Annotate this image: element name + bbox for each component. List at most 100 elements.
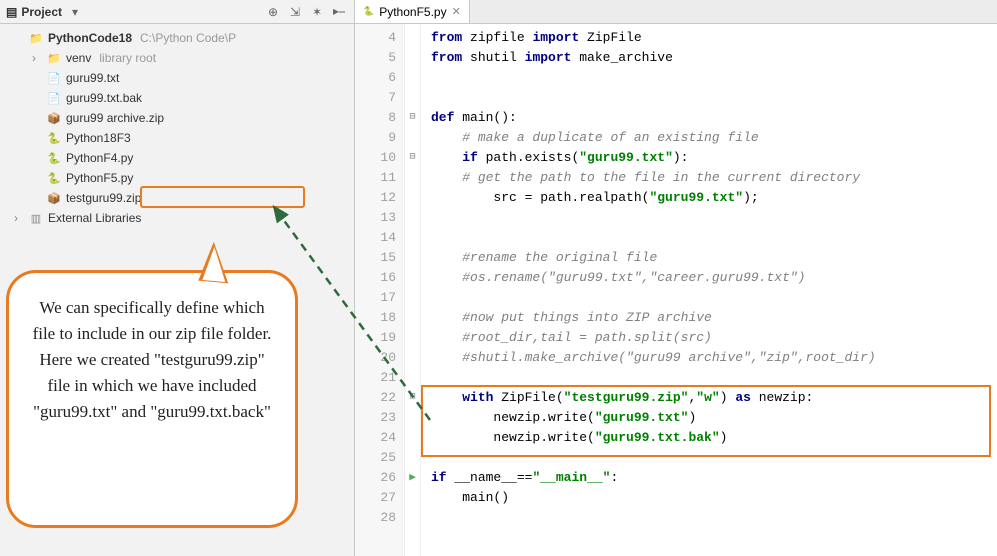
code-line-6[interactable] [431,68,997,88]
txt-icon: 📄 [46,91,62,105]
fold-icon[interactable]: ⊟ [405,148,420,168]
code-line-13[interactable] [431,208,997,228]
code-line-7[interactable] [431,88,997,108]
annotation-text: We can specifically define which file to… [33,298,272,421]
line-number: 4 [355,28,396,48]
project-panel-title: ▤ Project [6,5,62,19]
line-number: 14 [355,228,396,248]
line-number: 25 [355,448,396,468]
tree-item-label: Python18F3 [66,131,131,145]
tab-filename: PythonF5.py [379,5,446,19]
callout-tail [198,241,231,283]
line-number-gutter: 4567891011121314151617181920212223242526… [355,24,405,556]
line-number: 7 [355,88,396,108]
expand-icon[interactable]: › [32,51,42,65]
code-line-25[interactable] [431,448,997,468]
py-icon: 🐍 [46,151,62,165]
tree-item-label: guru99.txt [66,71,119,85]
target-icon[interactable]: ⊕ [264,3,282,21]
tree-item-python18f3[interactable]: 🐍Python18F3 [0,128,354,148]
line-number: 13 [355,208,396,228]
code-line-18[interactable]: #now put things into ZIP archive [431,308,997,328]
code-line-9[interactable]: # make a duplicate of an existing file [431,128,997,148]
line-number: 27 [355,488,396,508]
zip-icon: 📦 [46,111,62,125]
code-line-5[interactable]: from shutil import make_archive [431,48,997,68]
tree-item-guru99-archive-zip[interactable]: 📦 guru99 archive.zip [0,108,354,128]
code-area[interactable]: from zipfile import ZipFilefrom shutil i… [421,24,997,556]
dropdown-icon[interactable]: ▾ [66,3,84,21]
code-line-10[interactable]: if path.exists("guru99.txt"): [431,148,997,168]
line-number: 9 [355,128,396,148]
lib-icon: ▥ [28,211,44,225]
line-number: 18 [355,308,396,328]
project-tree[interactable]: 📁PythonCode18C:\Python Code\P›📁venvlibra… [0,24,354,232]
code-line-23[interactable]: newzip.write("guru99.txt") [431,408,997,428]
line-number: 21 [355,368,396,388]
code-line-11[interactable]: # get the path to the file in the curren… [431,168,997,188]
project-panel-title-text: Project [21,5,62,19]
code-line-16[interactable]: #os.rename("guru99.txt","career.guru99.t… [431,268,997,288]
tree-item-pythonf5-py[interactable]: 🐍PythonF5.py [0,168,354,188]
hide-icon[interactable]: ▸⎯ [330,3,348,21]
code-line-28[interactable] [431,508,997,528]
line-number: 11 [355,168,396,188]
line-number: 8 [355,108,396,128]
📁-icon: 📁 [46,51,62,65]
line-number: 10 [355,148,396,168]
code-line-19[interactable]: #root_dir,tail = path.split(src) [431,328,997,348]
annotation-callout: We can specifically define which file to… [6,270,298,528]
line-number: 17 [355,288,396,308]
code-line-12[interactable]: src = path.realpath("guru99.txt"); [431,188,997,208]
line-number: 26 [355,468,396,488]
code-line-24[interactable]: newzip.write("guru99.txt.bak") [431,428,997,448]
tree-item-pythonf4-py[interactable]: 🐍PythonF4.py [0,148,354,168]
line-number: 6 [355,68,396,88]
code-line-27[interactable]: main() [431,488,997,508]
project-icon: ▤ [6,5,17,19]
tree-item-external-libraries[interactable]: › ▥ External Libraries [0,208,354,228]
tree-item-testguru99-zip[interactable]: 📦testguru99.zip [0,188,354,208]
tree-item-hint: library root [99,51,156,65]
code-line-15[interactable]: #rename the original file [431,248,997,268]
code-line-26[interactable]: if __name__=="__main__": [431,468,997,488]
code-line-8[interactable]: def main(): [431,108,997,128]
run-marker-icon[interactable]: ▶ [409,468,416,488]
code-line-14[interactable] [431,228,997,248]
python-file-icon: 🐍 [363,6,374,17]
tree-item-label: PythonCode18 [48,31,132,45]
line-number: 5 [355,48,396,68]
gear-icon[interactable]: ✶ [308,3,326,21]
code-line-17[interactable] [431,288,997,308]
editor-panel: 🐍 PythonF5.py ✕ 456789101112131415161718… [355,0,997,556]
line-number: 20 [355,348,396,368]
tree-item-label: External Libraries [48,211,141,225]
line-number: 22 [355,388,396,408]
tree-item-pythoncode18[interactable]: 📁PythonCode18C:\Python Code\P [0,28,354,48]
fold-icon[interactable]: ⊟ [405,108,420,128]
fold-gutter: ⊟ ⊟ ⊟ ▶ [405,24,421,556]
zip-icon: 📦 [46,191,62,205]
close-icon[interactable]: ✕ [452,5,461,18]
fold-icon[interactable]: ⊟ [405,388,420,408]
code-editor[interactable]: 4567891011121314151617181920212223242526… [355,24,997,556]
tree-item-guru99-txt[interactable]: 📄 guru99.txt [0,68,354,88]
tree-item-guru99-txt-bak[interactable]: 📄 guru99.txt.bak [0,88,354,108]
txt-icon: 📄 [46,71,62,85]
editor-tab-bar: 🐍 PythonF5.py ✕ [355,0,997,24]
code-line-4[interactable]: from zipfile import ZipFile [431,28,997,48]
tree-item-label: guru99.txt.bak [66,91,142,105]
line-number: 15 [355,248,396,268]
line-number: 19 [355,328,396,348]
collapse-icon[interactable]: ⇲ [286,3,304,21]
code-line-22[interactable]: with ZipFile("testguru99.zip","w") as ne… [431,388,997,408]
editor-tab[interactable]: 🐍 PythonF5.py ✕ [355,0,470,23]
tree-item-venv[interactable]: ›📁venvlibrary root [0,48,354,68]
expand-icon[interactable]: › [14,211,24,225]
code-line-20[interactable]: #shutil.make_archive("guru99 archive","z… [431,348,997,368]
line-number: 23 [355,408,396,428]
📁-icon: 📁 [28,31,44,45]
tree-item-label: guru99 archive.zip [66,111,164,125]
code-line-21[interactable] [431,368,997,388]
py-icon: 🐍 [46,171,62,185]
